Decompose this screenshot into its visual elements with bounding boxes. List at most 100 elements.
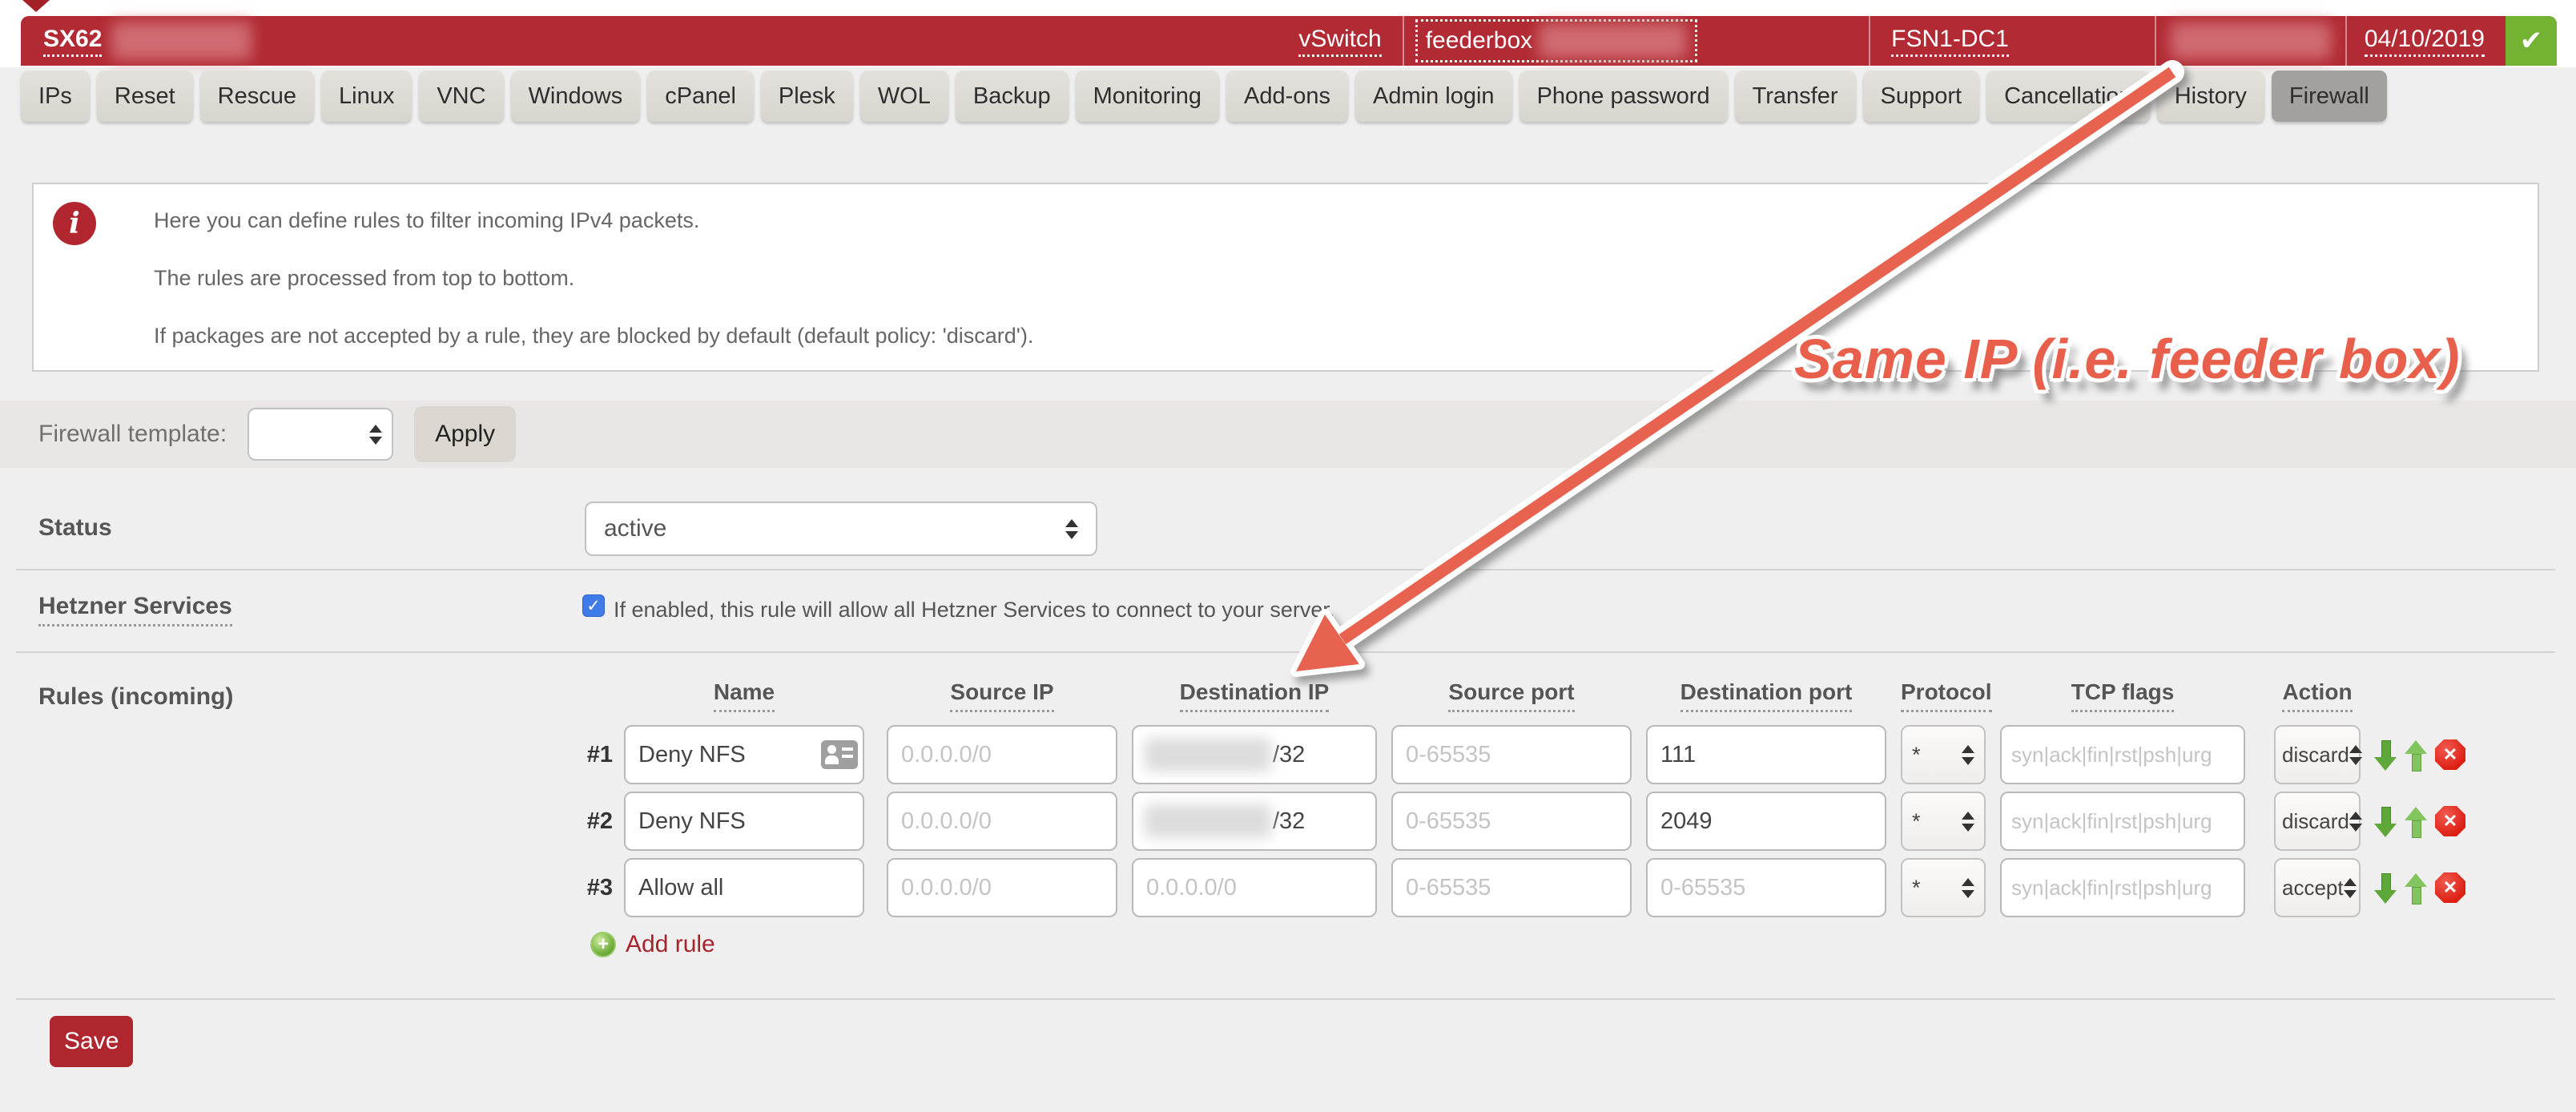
- rule-row: #1 /32 * discard ✕: [0, 725, 2576, 784]
- rule-name-input[interactable]: [624, 858, 864, 917]
- source-port-input[interactable]: [1391, 792, 1632, 851]
- destination-ip-cell: /32: [1132, 792, 1377, 851]
- move-down-icon[interactable]: [2374, 807, 2397, 837]
- page: SX62 vSwitch feederbox FSN1-DC1 04/10/20…: [0, 0, 2576, 1112]
- tab-plesk[interactable]: Plesk: [761, 71, 853, 122]
- rule-row: #2 /32 * discard ✕: [0, 792, 2576, 851]
- titlebar-ip-segment: [2156, 22, 2345, 59]
- save-button[interactable]: Save: [50, 1016, 133, 1067]
- action-select[interactable]: discard: [2274, 725, 2361, 784]
- move-down-icon[interactable]: [2374, 740, 2397, 771]
- source-port-input[interactable]: [1391, 858, 1632, 917]
- hetzner-services-description: If enabled, this rule will allow all Het…: [614, 598, 1334, 622]
- hetzner-services-label: Hetzner Services: [38, 593, 232, 627]
- redacted-ip: [2171, 22, 2331, 59]
- source-port-input[interactable]: [1391, 725, 1632, 784]
- column-header-tcp-flags: TCP flags: [2000, 679, 2245, 712]
- tcp-flags-input[interactable]: [2000, 725, 2245, 784]
- server-nickname-field[interactable]: feederbox: [1415, 19, 1697, 62]
- tab-add-ons[interactable]: Add-ons: [1226, 71, 1348, 122]
- protocol-select[interactable]: *: [1901, 858, 1986, 917]
- source-ip-input[interactable]: [887, 858, 1117, 917]
- add-icon: +: [590, 932, 616, 957]
- destination-port-input[interactable]: [1646, 858, 1886, 917]
- move-down-icon[interactable]: [2374, 873, 2397, 904]
- firewall-template-row: Firewall template: Apply: [0, 401, 2576, 468]
- status-select[interactable]: active: [585, 502, 1097, 556]
- column-header-action: Action: [2274, 679, 2361, 712]
- tab-vnc[interactable]: VNC: [419, 71, 503, 122]
- action-select[interactable]: discard: [2274, 792, 2361, 851]
- tcp-flags-input[interactable]: [2000, 792, 2245, 851]
- select-spinner-icon: [2344, 878, 2357, 898]
- rule-index: #2: [553, 792, 613, 851]
- tab-support[interactable]: Support: [1863, 71, 1980, 122]
- tab-windows[interactable]: Windows: [511, 71, 641, 122]
- info-icon: i: [53, 202, 96, 245]
- rule-name-cell: [624, 792, 864, 851]
- move-up-icon[interactable]: [2405, 873, 2427, 904]
- source-ip-input[interactable]: [887, 792, 1117, 851]
- select-spinner-icon: [2349, 812, 2362, 832]
- tab-monitoring[interactable]: Monitoring: [1076, 71, 1219, 122]
- redacted-destination-ip: [1145, 804, 1271, 838]
- tab-backup[interactable]: Backup: [956, 71, 1069, 122]
- tab-rescue[interactable]: Rescue: [200, 71, 314, 122]
- server-nickname-text: feederbox: [1426, 27, 1532, 54]
- tab-firewall[interactable]: Firewall: [2272, 71, 2387, 122]
- select-spinner-icon: [1962, 745, 1974, 765]
- delete-rule-icon[interactable]: ✕: [2435, 806, 2465, 836]
- vswitch-link[interactable]: vSwitch: [1298, 26, 1381, 57]
- destination-ip-suffix: /32: [1273, 742, 1305, 768]
- tab-history[interactable]: History: [2157, 71, 2264, 122]
- firewall-template-select[interactable]: [248, 408, 393, 461]
- destination-ip-field[interactable]: /32: [1132, 792, 1377, 851]
- server-name[interactable]: SX62: [43, 26, 102, 57]
- tab-cpanel[interactable]: cPanel: [647, 71, 754, 122]
- info-line-3: If packages are not accepted by a rule, …: [154, 324, 2538, 349]
- rules-header: NameSource IPDestination IPSource portDe…: [0, 679, 2576, 715]
- info-line-2: The rules are processed from top to bott…: [154, 266, 2538, 291]
- source-ip-input[interactable]: [887, 725, 1117, 784]
- protocol-select[interactable]: *: [1901, 792, 1986, 851]
- action-select[interactable]: accept: [2274, 858, 2361, 917]
- protocol-select[interactable]: *: [1901, 725, 1986, 784]
- destination-ip-input[interactable]: [1132, 858, 1377, 917]
- redacted-nickname: [1539, 23, 1687, 58]
- section-divider: [16, 998, 2555, 1000]
- column-header-destination-ip: Destination IP: [1132, 679, 1377, 712]
- destination-ip-field[interactable]: /32: [1132, 725, 1377, 784]
- rule-name-input[interactable]: [624, 792, 864, 851]
- tcp-flags-input[interactable]: [2000, 858, 2245, 917]
- status-ok-icon: ✔: [2506, 16, 2557, 66]
- redacted-destination-ip: [1145, 738, 1271, 772]
- hetzner-services-checkbox[interactable]: ✓: [582, 594, 605, 617]
- delete-rule-icon[interactable]: ✕: [2435, 872, 2465, 903]
- status-label: Status: [38, 514, 112, 542]
- destination-ip-suffix: /32: [1273, 808, 1305, 835]
- move-up-icon[interactable]: [2405, 740, 2427, 771]
- select-spinner-icon: [1962, 812, 1974, 832]
- tab-wol[interactable]: WOL: [860, 71, 948, 122]
- select-spinner-icon: [1065, 519, 1078, 539]
- tab-linux[interactable]: Linux: [321, 71, 412, 122]
- tab-ips[interactable]: IPs: [21, 71, 90, 122]
- apply-button[interactable]: Apply: [414, 406, 516, 462]
- add-rule-link[interactable]: + Add rule: [590, 931, 715, 958]
- destination-port-input[interactable]: [1646, 725, 1886, 784]
- contact-card-icon[interactable]: [821, 740, 858, 769]
- move-up-icon[interactable]: [2405, 807, 2427, 837]
- destination-port-input[interactable]: [1646, 792, 1886, 851]
- tab-cancellation[interactable]: Cancellation: [1986, 71, 2150, 122]
- paid-until-date[interactable]: 04/10/2019: [2365, 26, 2485, 57]
- tab-admin-login[interactable]: Admin login: [1355, 71, 1512, 122]
- tab-phone-password[interactable]: Phone password: [1519, 71, 1728, 122]
- delete-rule-icon[interactable]: ✕: [2435, 739, 2465, 770]
- select-spinner-icon: [2349, 745, 2362, 765]
- datacenter-link[interactable]: FSN1-DC1: [1891, 26, 2009, 57]
- destination-ip-cell: /32: [1132, 725, 1377, 784]
- tab-reset[interactable]: Reset: [97, 71, 193, 122]
- column-header-protocol: Protocol: [1901, 679, 1986, 712]
- top-left-arrowhead-icon: [22, 0, 50, 12]
- tab-transfer[interactable]: Transfer: [1735, 71, 1856, 122]
